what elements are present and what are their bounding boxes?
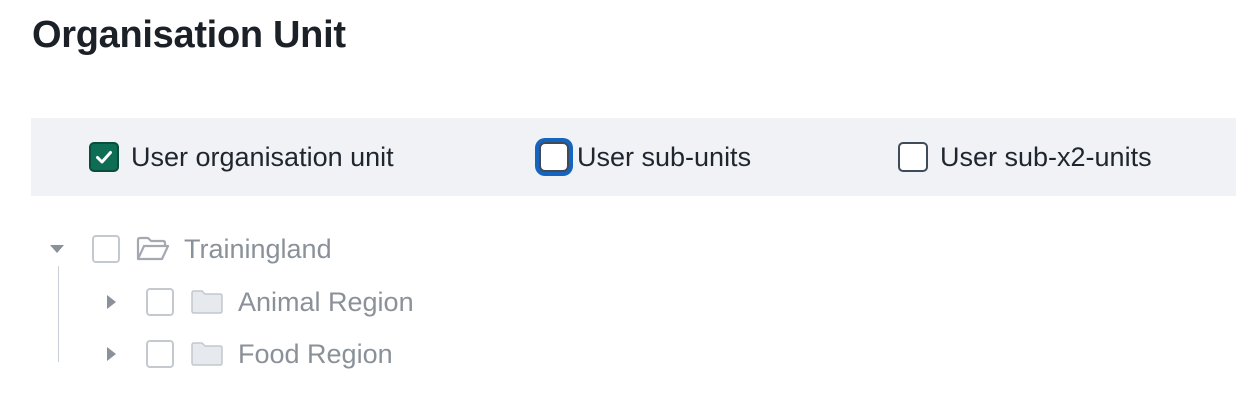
org-unit-options-bar: User organisation unit User sub-units Us…	[31, 118, 1236, 196]
tree-node-label[interactable]: Animal Region	[238, 287, 414, 318]
caret-down-icon	[50, 245, 64, 253]
option-label: User sub-units	[577, 141, 752, 172]
folder-open-icon	[136, 235, 170, 263]
caret-right-icon	[107, 295, 116, 309]
folder-icon	[190, 288, 224, 316]
tree-node-label[interactable]: Trainingland	[184, 234, 332, 265]
user-sub-x2-units-checkbox[interactable]	[898, 142, 928, 172]
option-label: User sub-x2-units	[940, 141, 1152, 172]
tree-node-label[interactable]: Food Region	[238, 339, 393, 370]
folder-icon	[190, 340, 224, 368]
page-title: Organisation Unit	[32, 14, 346, 56]
tree-node-child: Animal Region	[100, 282, 414, 322]
tree-node-child: Food Region	[100, 334, 393, 374]
tree-connector-line	[58, 266, 59, 362]
expand-toggle[interactable]	[100, 291, 122, 313]
option-user-org-unit[interactable]: User organisation unit	[89, 118, 394, 196]
caret-right-icon	[107, 347, 116, 361]
tree-node-checkbox[interactable]	[146, 340, 174, 368]
expand-toggle[interactable]	[100, 343, 122, 365]
expand-toggle[interactable]	[46, 238, 68, 260]
option-user-sub-units[interactable]: User sub-units	[539, 118, 751, 196]
tree-node-root: Trainingland	[46, 229, 332, 269]
tree-node-checkbox[interactable]	[146, 288, 174, 316]
option-user-sub-x2-units[interactable]: User sub-x2-units	[898, 118, 1152, 196]
user-org-unit-checkbox[interactable]	[89, 142, 119, 172]
checkmark-icon	[96, 151, 112, 164]
option-label: User organisation unit	[131, 141, 394, 172]
user-sub-units-checkbox[interactable]	[539, 142, 569, 172]
tree-node-checkbox[interactable]	[92, 235, 120, 263]
